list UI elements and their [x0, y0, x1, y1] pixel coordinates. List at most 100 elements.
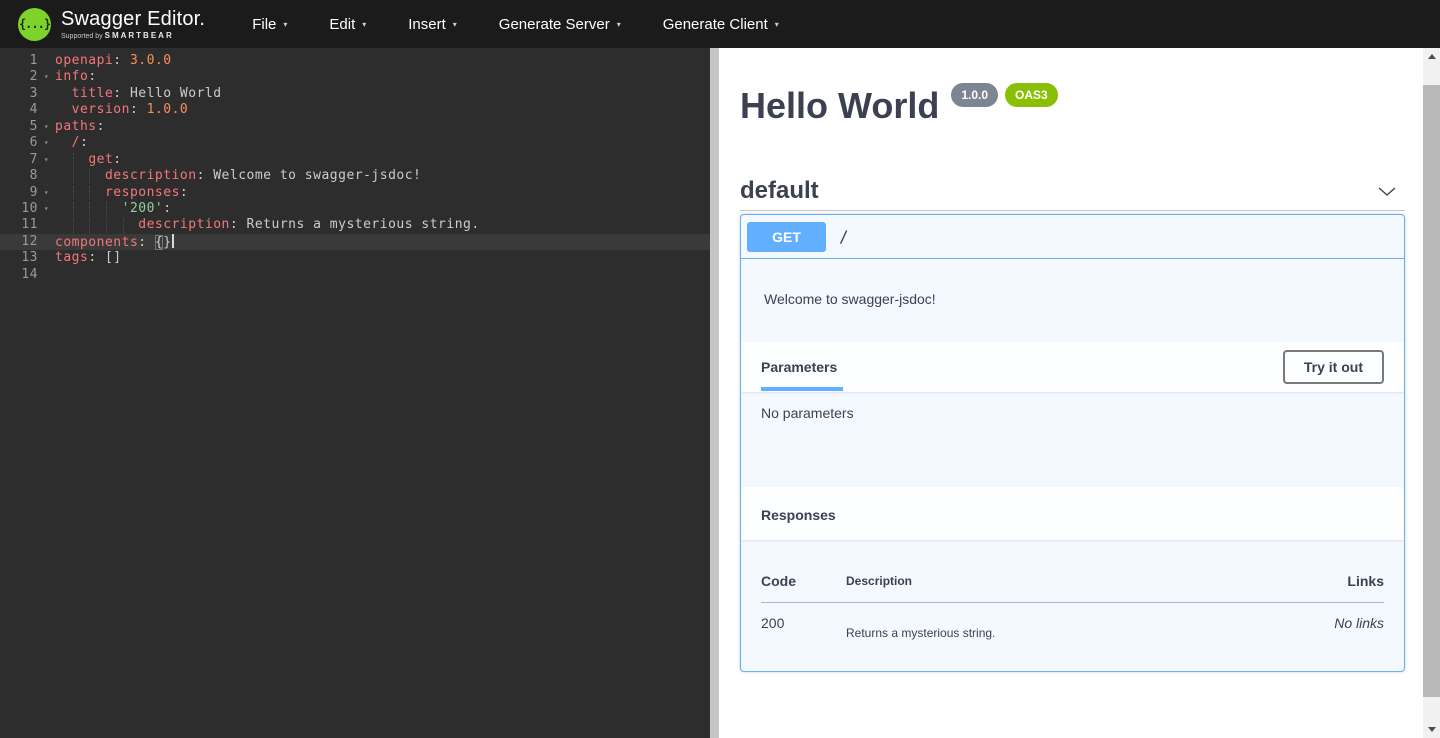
responses-section-header: Responses	[741, 487, 1404, 540]
line-number: 7	[0, 152, 38, 168]
fold-arrow-icon[interactable]: ▾	[38, 135, 55, 151]
swagger-ui-pane: Hello World 1.0.0 OAS3 default GET / Wel…	[719, 48, 1423, 738]
code-line[interactable]: 12 components: {}	[0, 234, 710, 250]
fold-arrow-icon[interactable]: ▾	[38, 201, 55, 217]
tagline-brand: SMARTBEAR	[105, 31, 174, 40]
indent-guide	[73, 153, 74, 167]
menu-edit[interactable]: Edit ▾	[308, 0, 387, 48]
no-parameters-text: No parameters	[761, 405, 854, 421]
indent-guide	[89, 186, 90, 200]
scroll-up-arrow[interactable]	[1423, 48, 1440, 65]
code-line[interactable]: 11 description: Returns a mysterious str…	[0, 217, 710, 233]
tag-name: default	[740, 177, 819, 205]
code-text: /:	[55, 135, 88, 151]
code-text: components: {}	[55, 234, 174, 250]
tagline-prefix: Supported by	[61, 33, 103, 40]
response-code: 200	[761, 603, 846, 641]
menu-generate-server[interactable]: Generate Server▾	[478, 0, 642, 48]
menu-insert[interactable]: Insert▾	[387, 0, 478, 48]
code-line[interactable]: 6▾ /:	[0, 135, 710, 151]
line-number: 11	[0, 217, 38, 233]
code-line[interactable]: 8 description: Welcome to swagger-jsdoc!	[0, 168, 710, 184]
fold-spacer	[38, 168, 55, 184]
indent-guide	[123, 218, 124, 232]
indent-guide	[73, 202, 74, 216]
menu-label: File	[252, 16, 276, 33]
code-line[interactable]: 3 title: Hello World	[0, 86, 710, 102]
menu-label: Edit	[329, 16, 355, 33]
line-number: 4	[0, 102, 38, 118]
indent-guide	[73, 169, 74, 183]
menu-generate-client[interactable]: Generate Client▾	[642, 0, 800, 48]
operation-description: Welcome to swagger-jsdoc!	[741, 259, 1404, 342]
active-tab-underline	[761, 387, 843, 391]
indent-guide	[89, 169, 90, 183]
caret-down-icon: ▾	[362, 20, 366, 29]
code-text: get:	[55, 152, 122, 168]
line-number: 12	[0, 234, 38, 250]
code-text: description: Welcome to swagger-jsdoc!	[55, 168, 421, 184]
indent-guide	[106, 218, 107, 232]
code-line[interactable]: 1openapi: 3.0.0	[0, 53, 710, 69]
tab-parameters[interactable]: Parameters	[761, 359, 837, 375]
pane-splitter[interactable]	[710, 48, 719, 738]
fold-arrow-icon[interactable]: ▾	[38, 152, 55, 168]
line-number: 13	[0, 250, 38, 266]
code-rows: 1openapi: 3.0.02▾info:3 title: Hello Wor…	[0, 53, 710, 283]
menu-label: Generate Client	[663, 16, 768, 33]
menu-file[interactable]: File▾	[231, 0, 308, 48]
indent-guide	[106, 202, 107, 216]
oas3-badge: OAS3	[1005, 83, 1058, 107]
fold-arrow-icon[interactable]: ▾	[38, 69, 55, 85]
try-it-out-button[interactable]: Try it out	[1283, 350, 1384, 384]
fold-spacer	[38, 250, 55, 266]
opblock-get: GET / Welcome to swagger-jsdoc! Paramete…	[740, 214, 1405, 672]
topbar-nav: File▾Edit▾Insert▾Generate Server▾Generat…	[231, 0, 800, 48]
brand-text: Swagger Editor. Supported by SMARTBEAR	[61, 9, 205, 40]
get-method-badge[interactable]: GET	[747, 222, 826, 252]
line-number: 9	[0, 185, 38, 201]
scroll-down-arrow[interactable]	[1423, 721, 1440, 738]
triangle-down-icon	[1428, 727, 1436, 732]
header-code: Code	[761, 540, 846, 603]
fold-arrow-icon[interactable]: ▾	[38, 119, 55, 135]
line-number: 5	[0, 119, 38, 135]
line-number: 10	[0, 201, 38, 217]
line-number: 8	[0, 168, 38, 184]
fold-arrow-icon[interactable]: ▾	[38, 185, 55, 201]
code-text: paths:	[55, 119, 105, 135]
operation-summary[interactable]: GET /	[741, 215, 1404, 259]
code-text: openapi: 3.0.0	[55, 53, 172, 69]
fold-spacer	[38, 53, 55, 69]
indent-guide	[89, 202, 90, 216]
api-info-header: Hello World 1.0.0 OAS3	[740, 87, 1405, 125]
code-line[interactable]: 10▾ '200':	[0, 201, 710, 217]
code-line[interactable]: 5▾paths:	[0, 119, 710, 135]
code-line[interactable]: 7▾ get:	[0, 152, 710, 168]
code-line[interactable]: 2▾info:	[0, 69, 710, 85]
menu-label: Insert	[408, 16, 446, 33]
yaml-editor[interactable]: 1openapi: 3.0.02▾info:3 title: Hello Wor…	[0, 48, 710, 738]
menu-label: Generate Server	[499, 16, 610, 33]
scrollbar-thumb[interactable]	[1423, 85, 1440, 697]
fold-spacer	[38, 86, 55, 102]
header-links: Links	[1254, 540, 1384, 603]
code-text: tags: []	[55, 250, 122, 266]
code-text: info:	[55, 69, 97, 85]
code-line[interactable]: 14	[0, 267, 710, 283]
tag-section-default[interactable]: default	[740, 171, 1405, 211]
parameters-section-header: Parameters Try it out	[741, 342, 1404, 392]
code-line[interactable]: 13 tags: []	[0, 250, 710, 266]
code-line[interactable]: 4 version: 1.0.0	[0, 102, 710, 118]
api-badges: 1.0.0 OAS3	[951, 83, 1057, 107]
header-description: Description	[846, 540, 1254, 603]
triangle-up-icon	[1428, 54, 1436, 59]
response-description: Returns a mysterious string.	[846, 603, 1254, 641]
code-line[interactable]: 9▾ responses:	[0, 185, 710, 201]
vertical-scrollbar[interactable]	[1423, 48, 1440, 738]
operation-path: /	[839, 227, 849, 246]
text-cursor	[172, 234, 174, 248]
swagger-editor-brand[interactable]: {...} Swagger Editor. Supported by SMART…	[18, 8, 205, 41]
chevron-down-icon	[1377, 181, 1397, 201]
swagger-logo-icon: {...}	[18, 8, 51, 41]
